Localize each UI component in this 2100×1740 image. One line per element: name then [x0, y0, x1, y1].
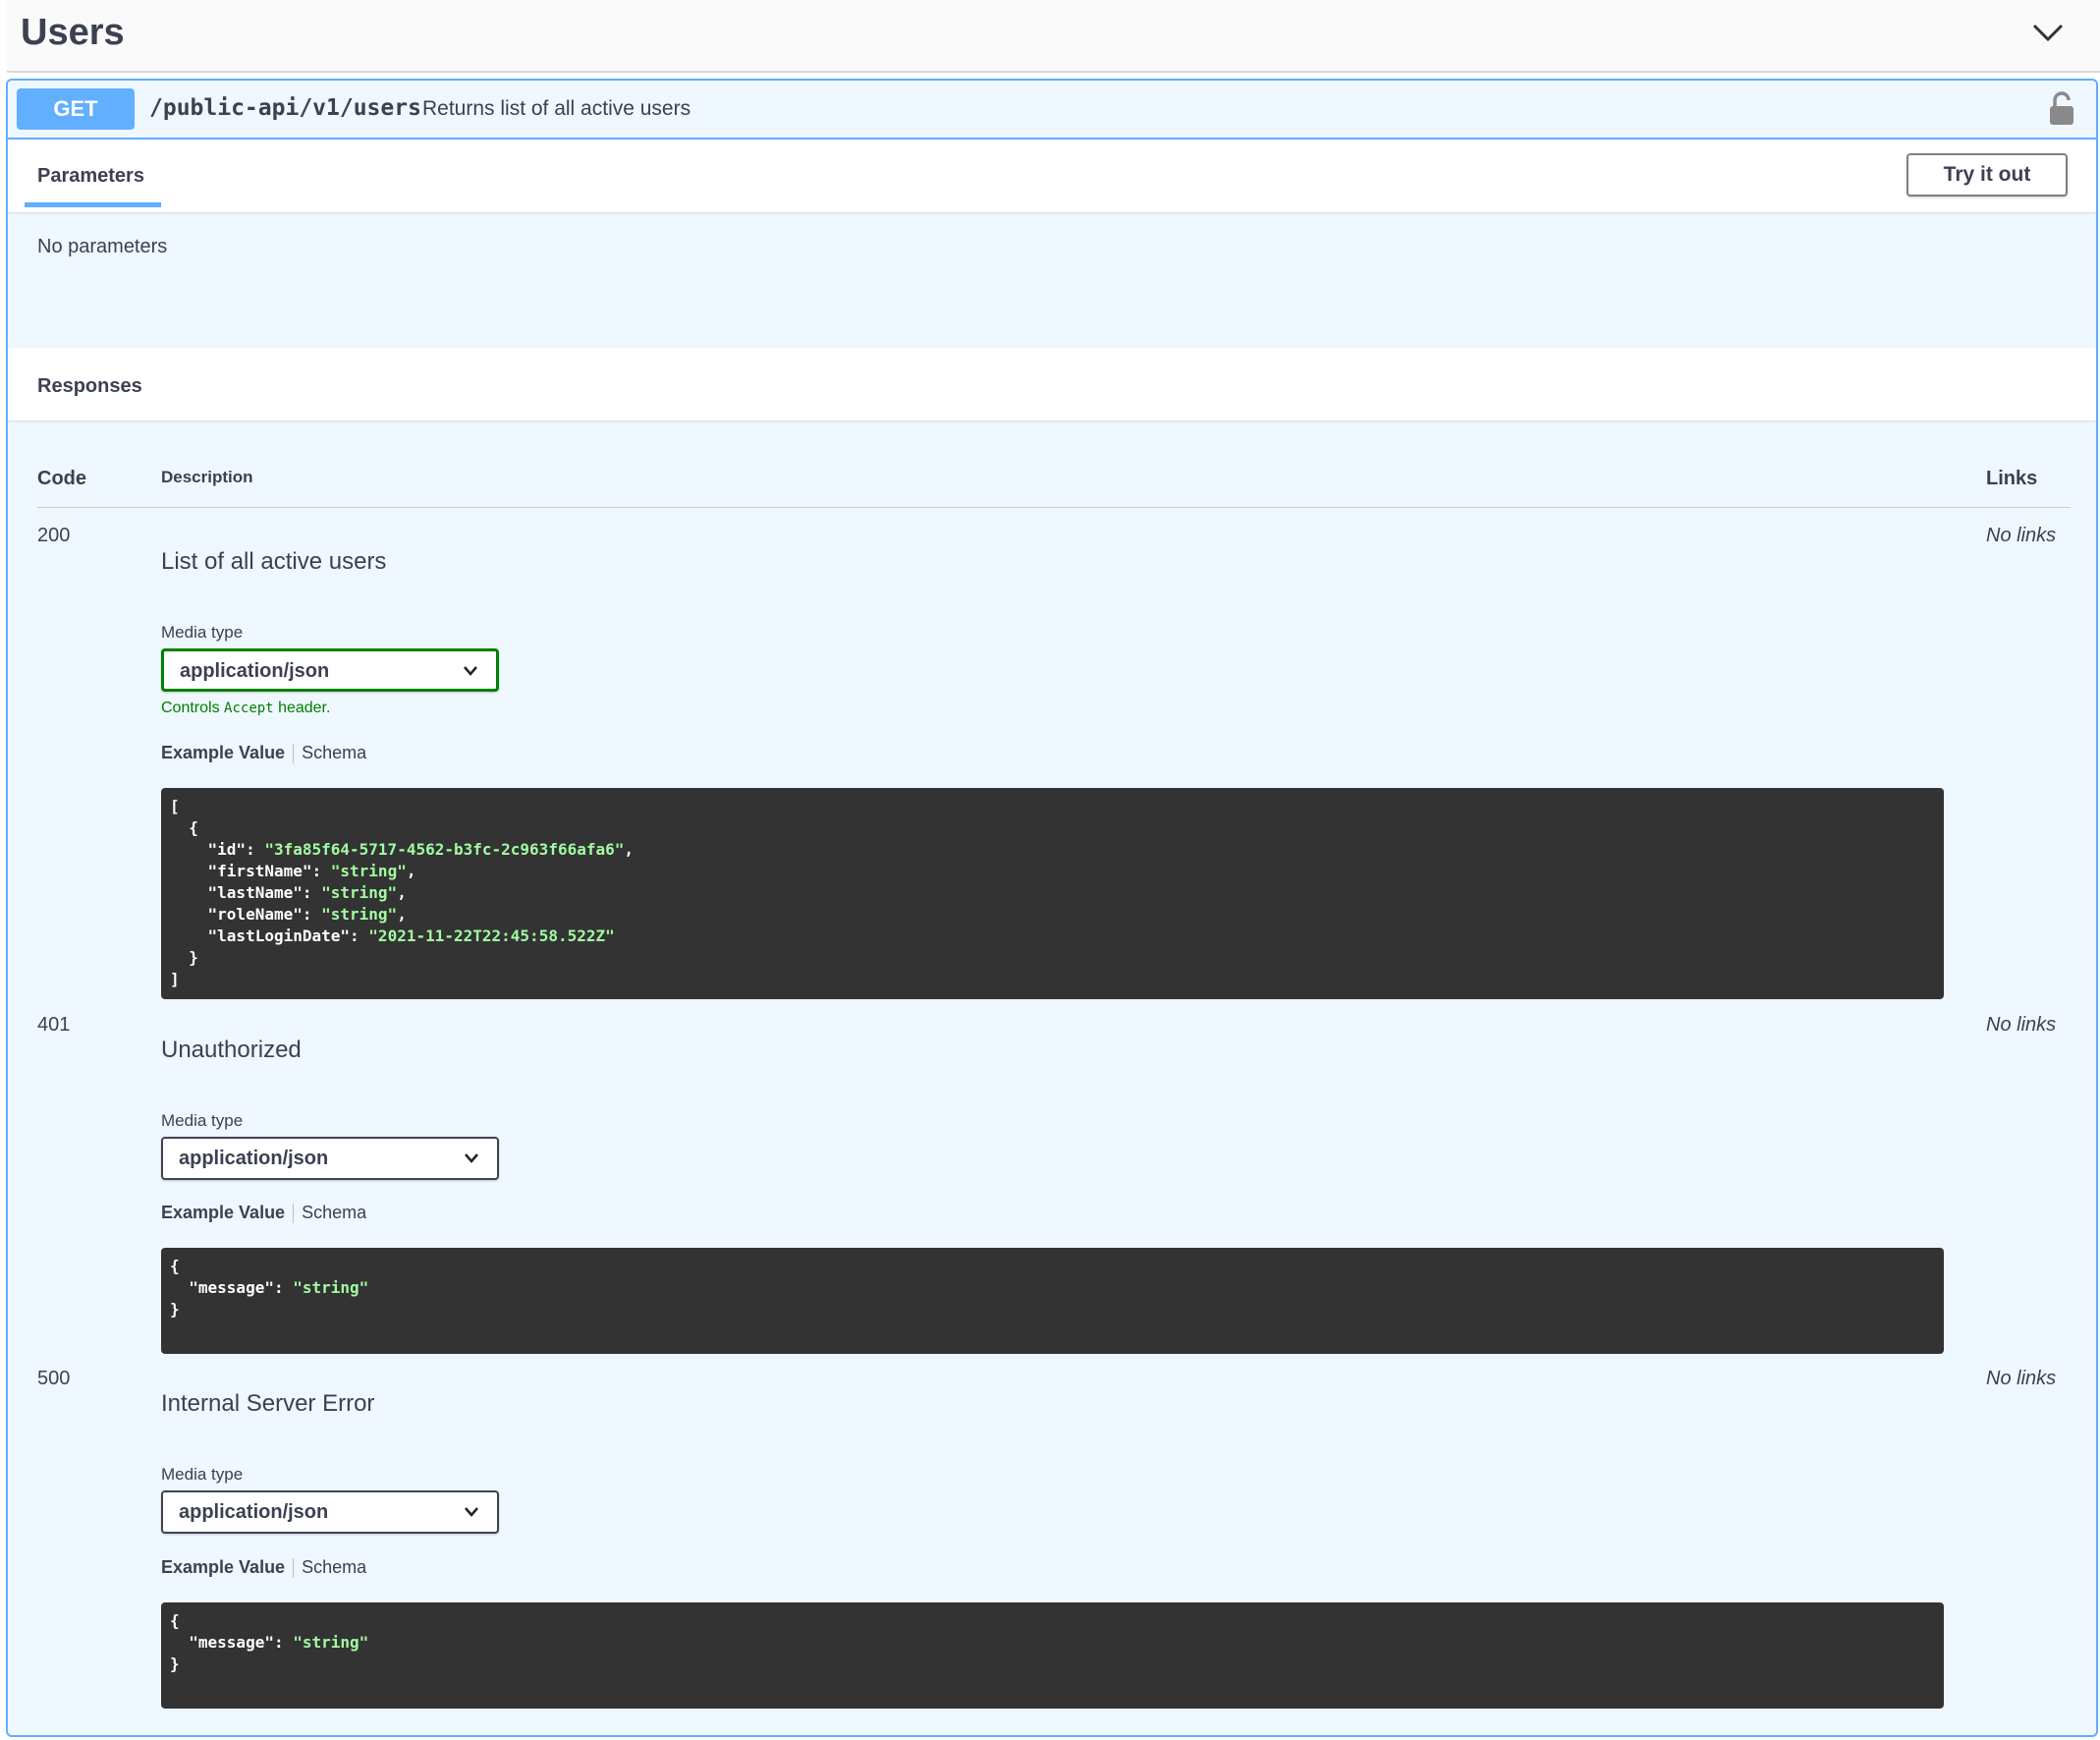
response-links: No links: [1986, 1014, 2057, 1036]
tab-schema[interactable]: Schema: [302, 743, 366, 762]
media-type-label: Media type: [161, 623, 244, 642]
code-line: "firstName": "string",: [170, 862, 416, 880]
table-divider: [37, 507, 2071, 508]
tag-title: Users: [21, 12, 125, 53]
tab-example-value[interactable]: Example Value: [161, 1203, 285, 1222]
column-header-description: Description: [161, 468, 253, 486]
no-parameters-text: No parameters: [37, 236, 168, 257]
response-code: 200: [37, 525, 71, 546]
operation-summary-text: Returns list of all active users: [422, 97, 691, 120]
response-description: Internal Server Error: [161, 1390, 375, 1417]
column-header-links: Links: [1986, 468, 2038, 489]
chevron-down-icon: [464, 666, 477, 676]
code-line: }: [170, 1655, 180, 1673]
example-code-block[interactable]: [ { "id": "3fa85f64-5717-4562-b3fc-2c963…: [161, 788, 1944, 999]
response-description: Unauthorized: [161, 1037, 302, 1063]
example-code-block[interactable]: { "message": "string"}: [161, 1602, 1944, 1709]
media-type-value: application/json: [179, 1148, 329, 1169]
tab-separator: [293, 1558, 295, 1579]
code-line: "lastName": "string",: [170, 883, 407, 902]
chevron-down-icon: [465, 1153, 478, 1163]
code-line: "id": "3fa85f64-5717-4562-b3fc-2c963f66a…: [170, 840, 635, 859]
media-type-select[interactable]: application/json: [161, 1490, 499, 1534]
media-type-value: application/json: [180, 660, 330, 682]
tab-separator: [293, 1204, 295, 1224]
response-links: No links: [1986, 1368, 2057, 1389]
code-line: ]: [170, 970, 180, 988]
parameters-header: Parameters Try it out: [8, 140, 2096, 212]
code-line: "roleName": "string",: [170, 905, 407, 924]
lock-open-icon[interactable]: [2049, 90, 2074, 126]
operation-summary[interactable]: GET /public-api/v1/users Returns list of…: [8, 81, 2096, 140]
operation-block: GET /public-api/v1/users Returns list of…: [6, 79, 2098, 1737]
example-code-block[interactable]: { "message": "string"}: [161, 1248, 1944, 1354]
media-type-label: Media type: [161, 1111, 244, 1130]
tab-separator: [293, 744, 295, 764]
code-line: "message": "string": [170, 1278, 369, 1297]
code-line: }: [170, 1300, 180, 1319]
code-line: [: [170, 797, 180, 815]
code-line: {: [170, 1611, 180, 1630]
media-type-value: application/json: [179, 1501, 329, 1523]
code-line: {: [170, 818, 198, 837]
example-tabs: Example Value Schema: [161, 743, 366, 764]
tab-active-indicator: [25, 202, 161, 207]
response-code: 401: [37, 1014, 71, 1036]
code-line: "lastLoginDate": "2021-11-22T22:45:58.52…: [170, 926, 615, 945]
example-tabs: Example Value Schema: [161, 1203, 366, 1224]
tab-schema[interactable]: Schema: [302, 1557, 366, 1577]
response-description: List of all active users: [161, 548, 387, 575]
tab-example-value[interactable]: Example Value: [161, 1557, 285, 1577]
code-line: }: [170, 948, 198, 967]
chevron-down-icon: [465, 1507, 478, 1517]
media-type-select[interactable]: application/json: [161, 648, 499, 692]
responses-header: Responses: [8, 348, 2096, 421]
response-code: 500: [37, 1368, 71, 1389]
response-links: No links: [1986, 525, 2057, 546]
tag-section-header[interactable]: Users: [7, 0, 2100, 73]
media-type-select[interactable]: application/json: [161, 1137, 499, 1180]
responses-title: Responses: [37, 375, 142, 397]
code-line: {: [170, 1257, 180, 1275]
media-type-label: Media type: [161, 1465, 244, 1484]
tab-example-value[interactable]: Example Value: [161, 743, 285, 762]
example-tabs: Example Value Schema: [161, 1557, 366, 1579]
method-badge: GET: [17, 88, 135, 130]
operation-path: /public-api/v1/users: [149, 95, 421, 121]
tab-schema[interactable]: Schema: [302, 1203, 366, 1222]
tab-parameters[interactable]: Parameters: [37, 165, 144, 188]
try-it-out-button[interactable]: Try it out: [1907, 153, 2068, 196]
swagger-page: Users GET /public-api/v1/users Returns l…: [0, 0, 2100, 1740]
column-header-code: Code: [37, 468, 86, 489]
controls-accept-note: Controls Accept header.: [161, 700, 331, 716]
chevron-down-icon[interactable]: [2028, 18, 2068, 47]
code-line: "message": "string": [170, 1633, 369, 1652]
